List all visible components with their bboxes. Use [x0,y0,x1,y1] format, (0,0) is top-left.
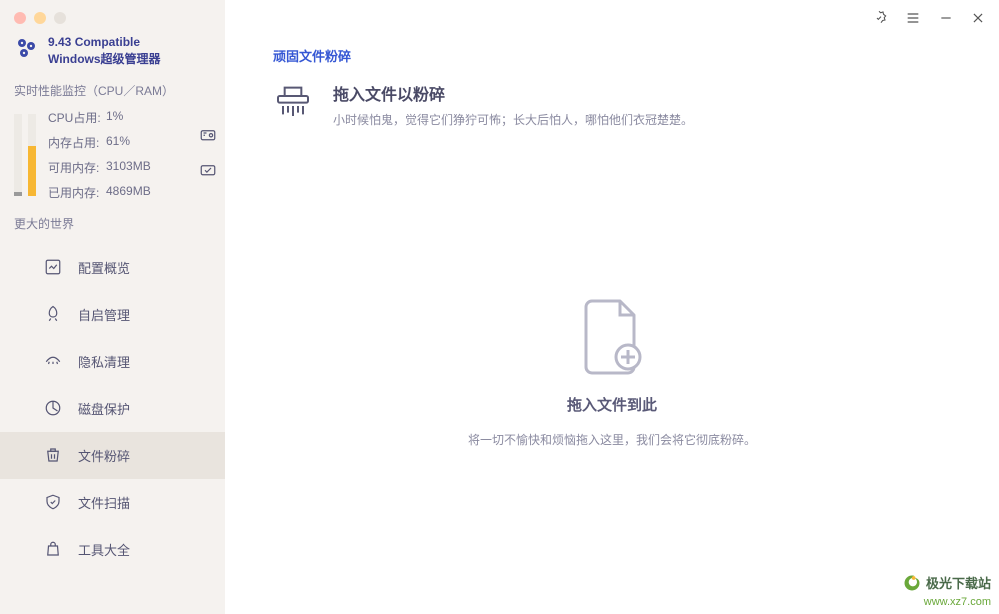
nav-item-overview[interactable]: 配置概览 [0,244,225,291]
nav-item-disk[interactable]: 磁盘保护 [0,385,225,432]
nav-item-privacy[interactable]: 隐私清理 [0,338,225,385]
file-add-icon [580,295,644,378]
close-button[interactable] [971,11,985,28]
metric-bars [14,114,36,196]
memory-clean-icon[interactable] [199,162,217,183]
window-controls [871,10,985,29]
main-content: 顽固文件粉碎 拖入文件以粉碎 小时候怕鬼，觉得它们狰狞可怖；长大后怕人，哪怕他们… [225,0,999,614]
nav-item-startup[interactable]: 自启管理 [0,291,225,338]
drop-zone[interactable]: 拖入文件到此 将一切不愉快和烦恼拖入这里，我们会将它彻底粉碎。 [225,128,999,614]
app-logo-icon [14,36,38,63]
nav: 配置概览 自启管理 隐私清理 磁盘保护 文件粉碎 文件扫描 [0,244,225,573]
nav-item-shred[interactable]: 文件粉碎 [0,432,225,479]
header-block: 拖入文件以粉碎 小时候怕鬼，觉得它们狰狞可怖；长大后怕人，哪怕他们衣冠楚楚。 [225,65,999,128]
nav-item-label: 隐私清理 [78,352,130,371]
drop-title: 拖入文件到此 [567,394,657,415]
page-subtitle: 小时候怕鬼，觉得它们狰狞可怖；长大后怕人，哪怕他们衣冠楚楚。 [333,111,693,128]
badge-icon[interactable] [871,10,887,29]
nav-item-label: 文件扫描 [78,493,130,512]
drop-subtitle: 将一切不愉快和烦恼拖入这里，我们会将它彻底粉碎。 [468,431,756,448]
nav-item-tools[interactable]: 工具大全 [0,526,225,573]
nav-item-label: 磁盘保护 [78,399,130,418]
metric-used: 已用内存:4869MB [48,184,187,201]
minimize-traffic-light[interactable] [34,12,46,24]
cpu-bar [14,114,22,196]
memory-settings-icon[interactable] [199,127,217,148]
monitor-section-label: 实时性能监控（CPU／RAM） [0,82,225,107]
world-section-label: 更大的世界 [0,211,225,244]
shredder-icon [273,81,313,124]
page-title: 拖入文件以粉碎 [333,81,693,105]
metric-memory: 内存占用:61% [48,134,187,151]
nav-item-label: 工具大全 [78,540,130,559]
sidebar: 9.43 Compatible Windows超级管理器 实时性能监控（CPU／… [0,0,225,614]
watermark: 极光下载站 www.xz7.com [902,573,991,608]
nav-item-label: 文件粉碎 [78,446,130,465]
nav-item-scan[interactable]: 文件扫描 [0,479,225,526]
metric-free: 可用内存:3103MB [48,159,187,176]
traffic-lights [0,0,225,30]
app-title: 9.43 Compatible Windows超级管理器 [48,34,161,68]
zoom-traffic-light[interactable] [54,12,66,24]
watermark-logo-icon [902,573,922,596]
metric-cpu: CPU占用:1% [48,109,187,126]
close-traffic-light[interactable] [14,12,26,24]
nav-item-label: 自启管理 [78,305,130,324]
metrics-panel: CPU占用:1% 内存占用:61% 可用内存:3103MB 已用内存:4869M… [0,107,225,211]
app-logo-row: 9.43 Compatible Windows超级管理器 [0,30,225,82]
minimize-button[interactable] [939,11,953,28]
menu-icon[interactable] [905,10,921,29]
nav-item-label: 配置概览 [78,258,130,277]
memory-bar [28,114,36,196]
